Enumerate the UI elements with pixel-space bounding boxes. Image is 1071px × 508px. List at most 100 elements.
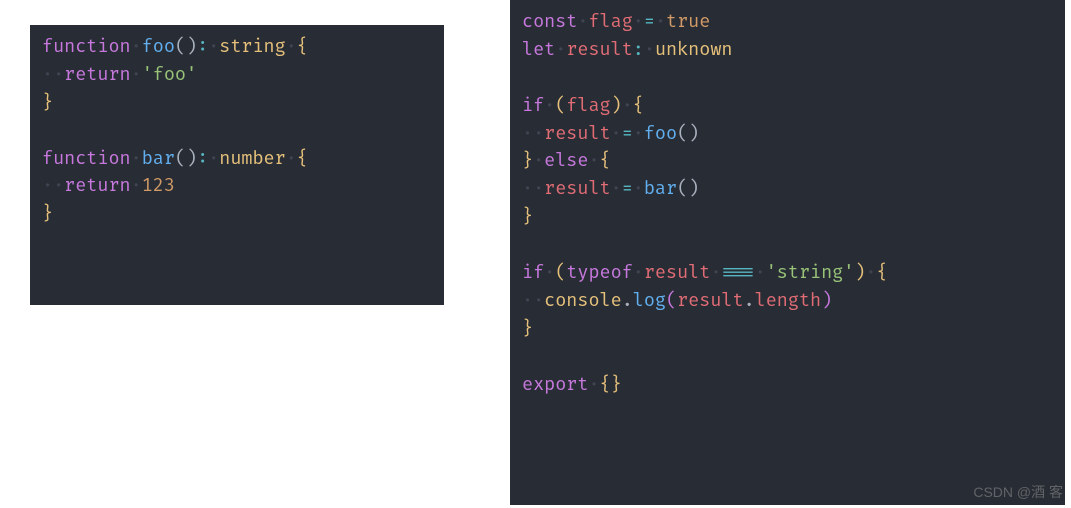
code-token: ·: [644, 38, 655, 61]
code-token: ·: [131, 147, 142, 170]
code-token: ·: [622, 94, 633, 117]
code-token: ·: [286, 147, 297, 170]
code-token: if: [522, 94, 544, 117]
code-token: ·: [633, 177, 644, 200]
code-token: =: [622, 177, 633, 200]
code-token: ·: [611, 122, 622, 145]
code-token: unknown: [655, 38, 733, 61]
code-token: ·: [577, 10, 588, 33]
code-line: }·else·{: [522, 147, 1053, 175]
code-line: [522, 64, 1053, 92]
code-token: 123: [142, 174, 175, 197]
code-line: }: [42, 200, 432, 228]
code-token: string: [219, 35, 285, 58]
code-line: function·foo():·string·{: [42, 33, 432, 61]
code-token: ·: [588, 149, 599, 172]
code-line: function·bar():·number·{: [42, 145, 432, 173]
code-line: ··result·=·bar(): [522, 175, 1053, 203]
code-token: ·: [533, 149, 544, 172]
code-token: ·: [710, 261, 721, 284]
code-token: }: [522, 149, 533, 172]
code-token: ·: [633, 10, 644, 33]
code-token: flag: [588, 10, 632, 33]
code-token: length: [755, 289, 821, 312]
code-token: else: [544, 149, 588, 172]
code-token: ··: [522, 289, 544, 312]
code-token: return: [64, 63, 130, 86]
code-token: ·: [611, 177, 622, 200]
code-token: ··: [42, 63, 64, 86]
code-token: (): [175, 147, 197, 170]
code-token: ·: [544, 94, 555, 117]
code-token: function: [42, 35, 131, 58]
code-token: number: [219, 147, 285, 170]
code-token: result: [677, 289, 743, 312]
code-line: const·flag·=·true: [522, 8, 1053, 36]
code-token: {}: [600, 373, 622, 396]
code-line: }: [522, 315, 1053, 343]
code-token: ·: [131, 35, 142, 58]
code-token: (: [555, 94, 566, 117]
code-token: ===: [721, 261, 754, 284]
code-token: (): [677, 177, 699, 200]
code-token: foo: [142, 35, 175, 58]
code-token: foo: [644, 122, 677, 145]
code-line: if·(flag)·{: [522, 92, 1053, 120]
code-token: ·: [588, 373, 599, 396]
code-token: :: [633, 38, 644, 61]
code-token: (: [666, 289, 677, 312]
code-token: ·: [865, 261, 876, 284]
code-line: ··return·123: [42, 172, 432, 200]
code-token: ): [854, 261, 865, 284]
code-token: return: [64, 174, 130, 197]
code-token: .: [622, 289, 633, 312]
code-token: export: [522, 373, 588, 396]
code-token: typeof: [566, 261, 632, 284]
code-token: result: [544, 177, 610, 200]
code-line: ··console.log(result.length): [522, 287, 1053, 315]
code-token: ··: [522, 177, 544, 200]
code-token: =: [644, 10, 655, 33]
code-token: }: [42, 91, 53, 114]
code-token: ·: [131, 174, 142, 197]
code-token: ·: [286, 35, 297, 58]
code-line: [522, 343, 1053, 371]
code-token: }: [522, 205, 533, 228]
code-line: [42, 117, 432, 145]
watermark-text: CSDN @酒 客: [973, 482, 1063, 502]
code-token: bar: [644, 177, 677, 200]
code-token: result: [544, 122, 610, 145]
code-token: (): [175, 35, 197, 58]
code-token: .: [744, 289, 755, 312]
code-line: }: [522, 203, 1053, 231]
code-token: (: [555, 261, 566, 284]
code-token: ··: [42, 174, 64, 197]
code-token: const: [522, 10, 577, 33]
code-token: if: [522, 261, 544, 284]
code-token: {: [633, 94, 644, 117]
code-token: }: [522, 317, 533, 340]
code-token: {: [600, 149, 611, 172]
code-token: ·: [633, 122, 644, 145]
code-token: 'foo': [142, 63, 197, 86]
code-token: }: [42, 202, 53, 225]
code-token: {: [297, 147, 308, 170]
code-token: flag: [566, 94, 610, 117]
code-token: 'string': [766, 261, 855, 284]
code-token: ·: [555, 38, 566, 61]
code-token: ): [611, 94, 622, 117]
code-token: let: [522, 38, 555, 61]
code-token: result: [644, 261, 710, 284]
code-line: [522, 231, 1053, 259]
code-token: log: [633, 289, 666, 312]
code-token: =: [622, 122, 633, 145]
code-token: (): [677, 122, 699, 145]
code-block-left: function·foo():·string·{··return·'foo'} …: [30, 25, 444, 305]
code-token: ·: [655, 10, 666, 33]
code-token: ·: [208, 35, 219, 58]
code-line: if·(typeof·result·===·'string')·{: [522, 259, 1053, 287]
code-token: console: [544, 289, 622, 312]
code-token: true: [666, 10, 710, 33]
code-token: ·: [633, 261, 644, 284]
code-line: ··return·'foo': [42, 61, 432, 89]
